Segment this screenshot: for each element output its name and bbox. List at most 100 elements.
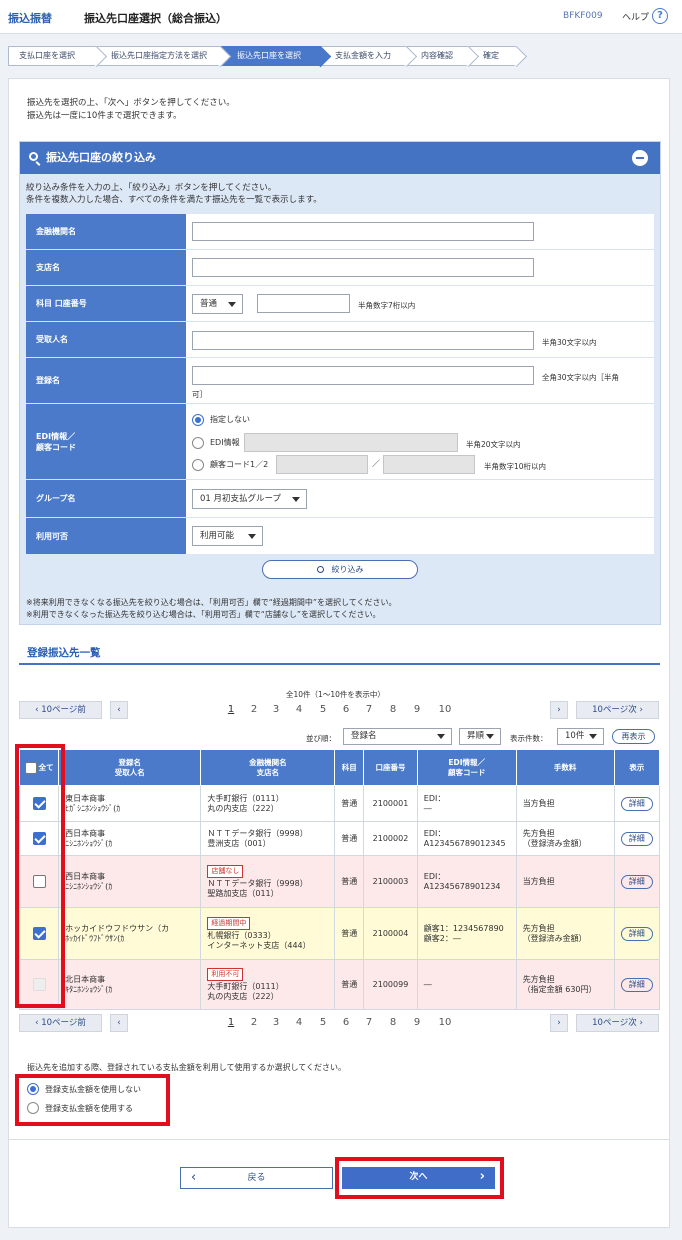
page-6[interactable]: 6	[338, 1017, 354, 1028]
detail-cell: 詳細	[613, 785, 661, 822]
page-8[interactable]: 8	[385, 1017, 401, 1028]
page-1[interactable]: 1	[223, 1017, 239, 1028]
page-2[interactable]: 2	[246, 704, 262, 715]
row-payee: 受取人名 半角30文字以内	[26, 322, 654, 358]
page-3[interactable]: 3	[268, 704, 284, 715]
edi-cell: EDI： A12345678901234	[416, 855, 517, 908]
step-3-current: 振込先口座を選択	[220, 46, 320, 66]
col-show: 表示	[613, 749, 661, 786]
page-7[interactable]: 7	[361, 1017, 377, 1028]
next-10-pages-button[interactable]: 10ページ次 ›	[576, 701, 659, 719]
table-row[interactable]: ホッカイドウフドウサン（カ ﾎｯｶｲﾄﾞｳﾌﾄﾞｳｻﾝ(ｶ 経過期間中 札幌銀行（03…	[18, 907, 661, 960]
filter-panel: 振込先口座の絞り込み 絞り込み条件を入力の上、「絞り込み」ボタンを押してください…	[19, 141, 661, 625]
table-row[interactable]: 北日本商事 ｷﾀﾆﾎﾝｼｮｳｼﾞ(ｶ 利用不可 大手町銀行（0111） 丸の内支店（22…	[18, 959, 661, 1010]
filter-warnings: ※将来利用できなくなる振込先を絞り込む場合は、「利用可否」欄で“経過期間中”を選…	[26, 597, 397, 621]
fee-line-2: （登録済み金額）	[522, 933, 587, 943]
edi-info-radio[interactable]	[192, 437, 204, 449]
per-page-select[interactable]: 10件	[557, 728, 604, 745]
registered-name: 西日本商事	[65, 828, 106, 838]
detail-button[interactable]: 詳細	[620, 874, 653, 889]
registered-name-input[interactable]	[192, 366, 534, 385]
warning-line-1: ※将来利用できなくなる振込先を絞り込む場合は、「利用可否」欄で“経過期間中”を選…	[26, 598, 397, 607]
help-link[interactable]: ヘルプ	[622, 10, 649, 23]
detail-cell: 詳細	[613, 821, 661, 856]
detail-button[interactable]: 詳細	[620, 926, 653, 941]
edi-none-radio[interactable]	[192, 414, 204, 426]
availability-select[interactable]: 利用可能	[192, 526, 263, 546]
filter-button[interactable]: 絞り込み	[262, 560, 418, 579]
page-6[interactable]: 6	[338, 704, 354, 715]
detail-button[interactable]: 詳細	[620, 977, 653, 992]
table-row[interactable]: 西日本商事 ﾆｼﾆﾎﾝｼｮｳｼﾞ(ｶ ＮＴＴデータ銀行（9998） 豊洲支店（001）…	[18, 821, 661, 856]
page-2[interactable]: 2	[246, 1017, 262, 1028]
label-group: グループ名	[26, 480, 186, 517]
row-branch: 支店名	[26, 250, 654, 286]
edi-line-2: ―	[423, 803, 432, 813]
customer-code-1-input[interactable]	[276, 455, 368, 474]
collapse-icon[interactable]	[632, 150, 648, 166]
edi-customer-label: 顧客コード1／2	[210, 460, 269, 469]
edi-customer-radio[interactable]	[192, 459, 204, 471]
app-header: 振込振替 振込先口座選択（総合振込） BFKF009 ヘルプ ?	[0, 0, 682, 34]
page-9[interactable]: 9	[409, 1017, 425, 1028]
detail-button[interactable]: 詳細	[620, 831, 653, 846]
page-10[interactable]: 10	[434, 1017, 456, 1028]
branch-name-input[interactable]	[192, 258, 534, 277]
account-type-select[interactable]: 普通	[192, 294, 243, 314]
page-3[interactable]: 3	[268, 1017, 284, 1028]
col-name: 登録名 受取人名	[58, 749, 202, 786]
sort-select[interactable]: 登録名	[343, 728, 452, 745]
redisplay-button[interactable]: 再表示	[612, 729, 655, 744]
page-5[interactable]: 5	[315, 704, 331, 715]
table-header-row: 全て 登録名 受取人名 金融機関名 支店名 科目 口座番号 EDI情報／ 顧客コード …	[18, 749, 661, 786]
intro-text: 振込先を選択の上、「次へ」ボタンを押してください。 振込先は一度に10件まで選択…	[27, 97, 235, 123]
group-select[interactable]: 01 月初支払グループ	[192, 489, 307, 509]
page-9[interactable]: 9	[409, 704, 425, 715]
page-5[interactable]: 5	[315, 1017, 331, 1028]
payee-name-input[interactable]	[192, 331, 534, 350]
list-title: 登録振込先一覧	[27, 647, 101, 659]
chevron-down-icon	[589, 734, 597, 739]
fee-cell: 先方負担 （指定金額 630円）	[515, 959, 615, 1010]
bank-cell: 経過期間中 札幌銀行（0333） インターネット支店（444）	[200, 907, 336, 960]
branch-name: 聖路加支店（011）	[207, 888, 279, 898]
table-row[interactable]: 東日本商事 ﾋｶﾞｼﾆﾎﾝｼｮｳｼﾞ(ｶ 大手町銀行（0111） 丸の内支店（222）…	[18, 785, 661, 822]
page-4[interactable]: 4	[291, 704, 307, 715]
order-select[interactable]: 昇順	[459, 728, 501, 745]
edi-info-input[interactable]	[244, 433, 458, 452]
account-number: 2100002	[363, 821, 418, 856]
next-10-pages-button[interactable]: 10ページ次 ›	[576, 1014, 659, 1032]
filter-header[interactable]: 振込先口座の絞り込み	[20, 142, 660, 174]
account-number-input[interactable]	[257, 294, 350, 313]
back-button[interactable]: ‹ 戻る	[180, 1167, 333, 1189]
bank-name-input[interactable]	[192, 222, 534, 241]
page-10[interactable]: 10	[434, 704, 456, 715]
page-7[interactable]: 7	[361, 704, 377, 715]
table-row[interactable]: 西日本商事 ﾆｼﾆﾎﾝｼｮｳｼﾞ(ｶ 店舗なし ＮＴＴデータ銀行（9998） 聖路加支店…	[18, 855, 661, 908]
account-type: 普通	[334, 821, 365, 856]
account-type-value: 普通	[200, 299, 218, 309]
edi-line-1: 顧客1：1234567890	[423, 923, 504, 933]
next-page-button[interactable]: ›	[550, 1014, 568, 1032]
page-8[interactable]: 8	[385, 704, 401, 715]
prev-10-pages-button[interactable]: ‹ 10ページ前	[19, 1014, 102, 1032]
highlight-amount-options	[15, 1074, 170, 1126]
page-1[interactable]: 1	[223, 704, 239, 715]
chevron-left-icon: ‹	[117, 1018, 121, 1028]
highlight-checkbox-column	[15, 744, 65, 1008]
prev-10-pages-button[interactable]: ‹ 10ページ前	[19, 701, 102, 719]
prev-page-button[interactable]: ‹	[110, 1014, 128, 1032]
branch-name: 丸の内支店（222）	[207, 803, 279, 813]
registered-name-note: 全角30文字以内［半角	[542, 373, 620, 382]
help-icon[interactable]: ?	[652, 8, 668, 24]
search-icon	[29, 152, 38, 161]
page-4[interactable]: 4	[291, 1017, 307, 1028]
next-page-button[interactable]: ›	[550, 701, 568, 719]
detail-button[interactable]: 詳細	[620, 796, 653, 811]
col-edi-1: EDI情報／	[448, 757, 486, 767]
prev-page-button[interactable]: ‹	[110, 701, 128, 719]
payee-kana: ﾎｯｶｲﾄﾞｳﾌﾄﾞｳｻﾝ(ｶ	[65, 933, 125, 943]
customer-code-2-input[interactable]	[383, 455, 475, 474]
status-badge: 店舗なし	[207, 864, 244, 878]
fee-cell: 先方負担 （登録済み金額）	[515, 907, 615, 960]
